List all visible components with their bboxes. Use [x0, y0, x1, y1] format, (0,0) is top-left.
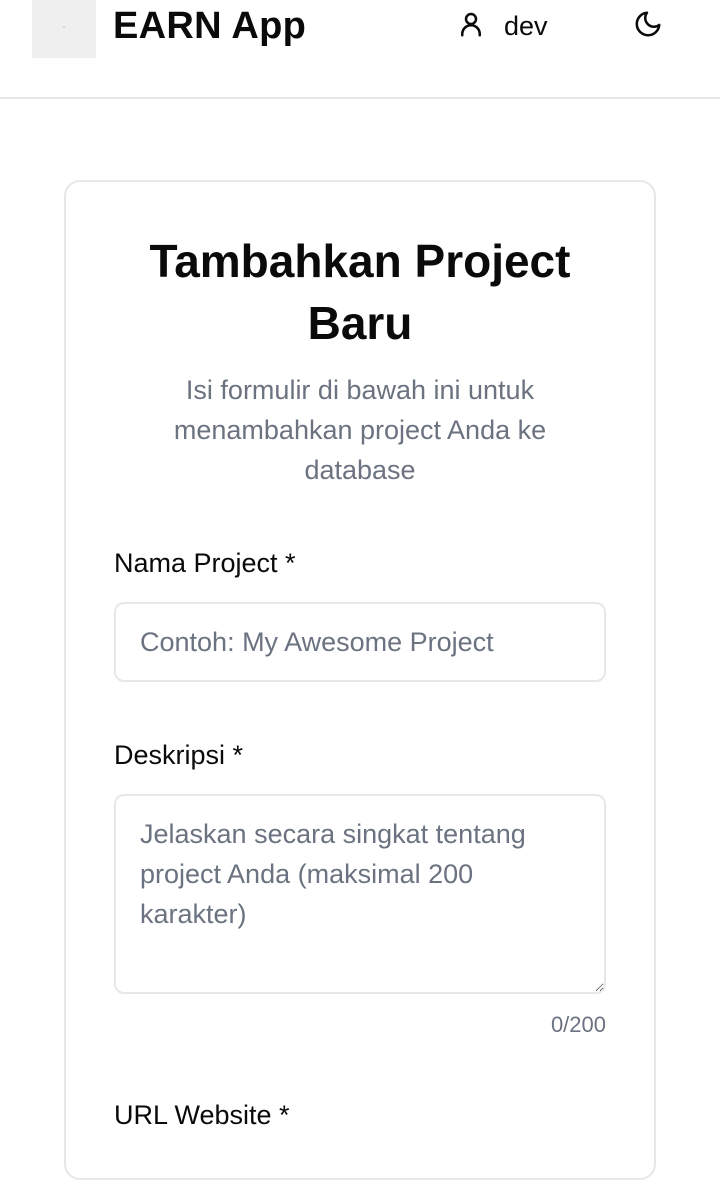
logo-image[interactable]: [32, 0, 96, 58]
project-name-label: Nama Project *: [114, 548, 296, 578]
theme-toggle-button[interactable]: [630, 8, 666, 44]
project-name-input[interactable]: [114, 602, 606, 682]
form-title: Tambahkan Project Baru: [149, 235, 571, 349]
app-title[interactable]: EARN App: [113, 4, 306, 48]
description-char-counter: 0/200: [550, 1012, 606, 1037]
app-header: EARN App dev: [0, 0, 720, 99]
moon-icon: [633, 9, 663, 44]
user-menu[interactable]: dev: [456, 8, 548, 44]
user-name: dev: [504, 11, 548, 41]
logo-placeholder-dot: [63, 26, 65, 28]
description-label: Deskripsi *: [114, 740, 244, 770]
user-icon: [456, 9, 486, 44]
url-label: URL Website *: [114, 1100, 290, 1130]
form-subtitle: Isi formulir di bawah ini untuk menambah…: [173, 375, 547, 485]
description-textarea[interactable]: [114, 794, 606, 994]
